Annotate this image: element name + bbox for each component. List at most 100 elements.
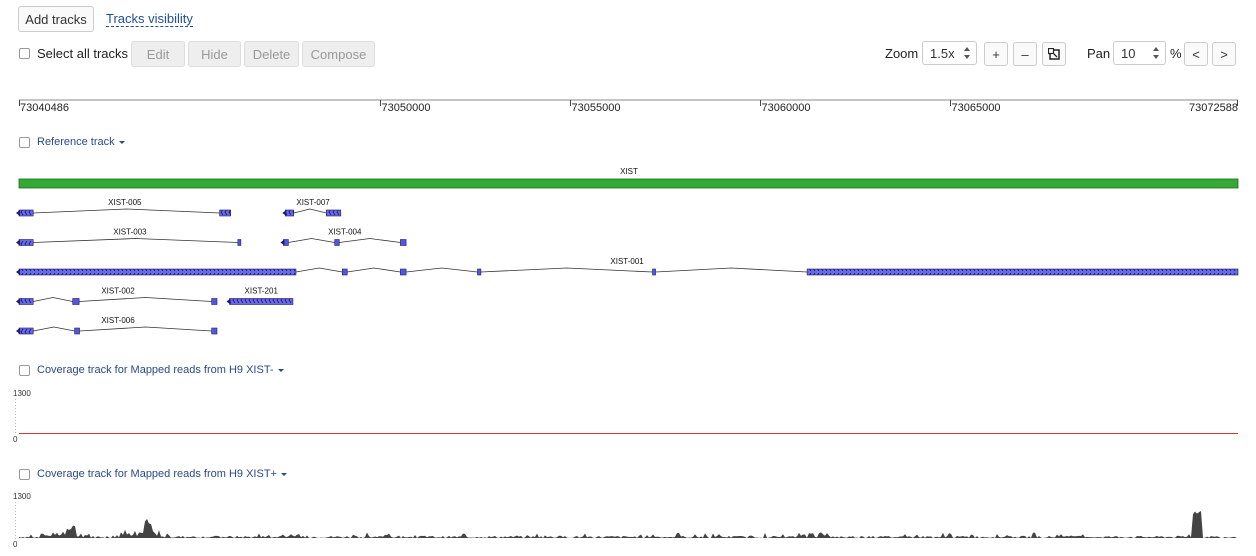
exon [18, 298, 34, 305]
gene-label-xist: XIST [620, 167, 638, 176]
exon [211, 327, 218, 335]
hide-button[interactable]: Hide [188, 41, 241, 67]
strand-arrow [226, 298, 231, 305]
exon [326, 209, 342, 217]
transcript-xist-001[interactable]: XIST-001 [16, 257, 1239, 276]
exon [341, 268, 348, 276]
coordinate-ruler: 73040486 73072588 73050000 73055000 730600… [19, 99, 1238, 114]
transcript-label: XIST-006 [101, 316, 135, 325]
intron [347, 267, 401, 273]
exon [18, 327, 34, 335]
add-tracks-button[interactable]: Add tracks [18, 6, 94, 32]
select-all-label: Select all tracks [37, 46, 129, 61]
zoom-reset-button[interactable] [1042, 42, 1066, 66]
intron [33, 238, 238, 243]
exon [74, 327, 80, 335]
ruler-tick-label: 73065000 [952, 102, 1001, 114]
transcript-label: XIST-004 [328, 228, 362, 237]
intron [295, 267, 343, 273]
select-all-checkbox[interactable] [19, 48, 30, 59]
exon [477, 268, 482, 276]
coverage-1-max-label: 1300 [13, 389, 31, 398]
exon [400, 268, 407, 276]
reference-track-checkbox[interactable] [19, 137, 30, 148]
ruler-tick-label: 73060000 [762, 102, 811, 114]
gene-bar-xist[interactable] [18, 178, 1239, 189]
ruler-start-label: 73040486 [20, 102, 69, 114]
transcript-label: XIST-001 [610, 257, 644, 266]
transcript-xist-007[interactable]: XIST-007 [282, 198, 342, 217]
coverage-track-1-checkbox[interactable] [19, 365, 30, 376]
strand-arrow [282, 210, 287, 216]
ruler-tick-label: 73055000 [572, 102, 621, 114]
strand-arrow [16, 239, 20, 246]
coverage-1-min-label: 0 [13, 435, 18, 444]
pan-value: 10 [1121, 45, 1136, 61]
coverage-2-min-label: 0 [13, 540, 18, 549]
spinner-arrows-icon [1153, 47, 1159, 59]
transcript-xist-006[interactable]: XIST-006 [16, 316, 218, 335]
exon [237, 239, 242, 246]
transcript-label: XIST-005 [108, 198, 142, 207]
intron [480, 267, 653, 273]
pan-unit: % [1170, 46, 1182, 61]
transcript-xist-201[interactable]: XIST-201 [226, 287, 294, 305]
transcript-label: XIST-201 [245, 287, 279, 296]
transcript-label: XIST-003 [113, 228, 147, 237]
dropdown-caret-icon [277, 368, 284, 372]
transcript-xist-002[interactable]: XIST-002 [16, 287, 218, 305]
intron [33, 326, 75, 332]
exon [219, 209, 231, 217]
strand-arrow [280, 239, 285, 246]
transcript-xist-005[interactable]: XIST-005 [16, 198, 231, 217]
exon [18, 268, 297, 276]
exon [652, 268, 656, 276]
intron [339, 238, 401, 243]
transcript-label: XIST-002 [101, 287, 135, 296]
strand-arrow [16, 328, 20, 334]
intron [79, 297, 212, 302]
ruler-end-label: 73072588 [1189, 102, 1238, 114]
strand-arrow [16, 210, 20, 216]
exon [211, 298, 218, 305]
edit-button[interactable]: Edit [131, 41, 185, 67]
zoom-value: 1.5x [930, 45, 955, 61]
exon [806, 268, 1239, 276]
pan-label: Pan [1087, 46, 1111, 61]
reference-track-title[interactable]: Reference track [37, 136, 125, 148]
reset-view-icon [1048, 48, 1060, 60]
transcript-xist-003[interactable]: XIST-003 [16, 228, 242, 246]
exon [72, 298, 80, 305]
coverage-track-2-plot: 1300 0 [13, 492, 1238, 549]
coverage-track-2-checkbox[interactable] [19, 469, 30, 480]
zoom-out-button[interactable]: – [1013, 42, 1037, 66]
spinner-arrows-icon [964, 47, 970, 59]
transcript-label: XIST-007 [296, 198, 330, 207]
pan-right-button[interactable]: > [1212, 42, 1236, 66]
exon [400, 239, 407, 246]
transcript-xist-004[interactable]: XIST-004 [280, 228, 407, 246]
zoom-in-button[interactable]: + [984, 42, 1008, 66]
intron [288, 238, 335, 243]
delete-button[interactable]: Delete [244, 41, 299, 67]
zoom-label: Zoom [885, 46, 919, 61]
coverage-track-1-title[interactable]: Coverage track for Mapped reads from H9 … [37, 364, 284, 376]
tracks-visibility-link[interactable]: Tracks visibility [106, 11, 193, 27]
coverage-track-2-title[interactable]: Coverage track for Mapped reads from H9 … [37, 468, 287, 480]
strand-arrow [16, 269, 20, 275]
exon [18, 209, 34, 217]
strand-arrow [16, 298, 20, 305]
exon [18, 239, 34, 246]
intron [406, 267, 478, 273]
coverage-2-max-label: 1300 [13, 492, 31, 501]
pan-left-button[interactable]: < [1184, 42, 1208, 66]
ruler-tick-label: 73050000 [382, 102, 431, 114]
dropdown-caret-icon [280, 472, 287, 476]
compose-button[interactable]: Compose [302, 41, 375, 67]
pan-input[interactable]: 10 [1113, 41, 1166, 65]
zoom-select[interactable]: 1.5x [922, 41, 977, 65]
exon [285, 209, 294, 217]
intron [293, 208, 327, 214]
dropdown-caret-icon [118, 140, 125, 144]
intron [33, 208, 220, 214]
